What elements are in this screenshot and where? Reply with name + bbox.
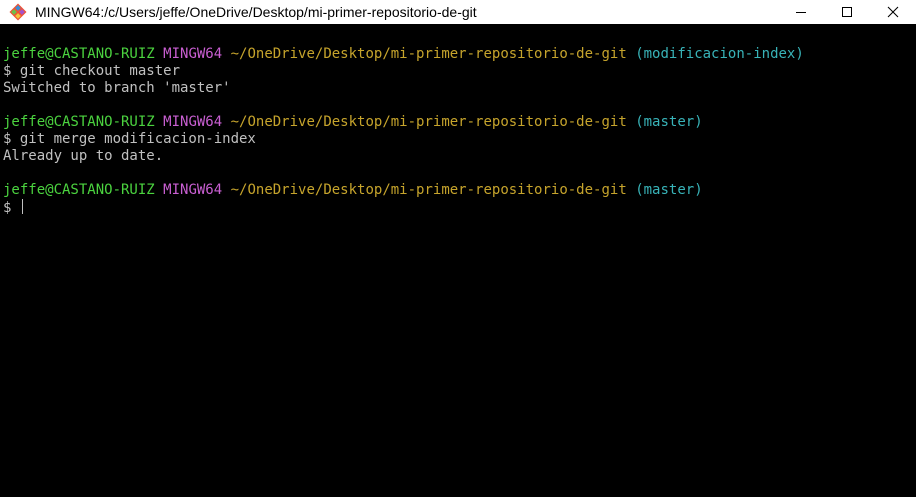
close-icon	[887, 6, 899, 18]
active-command-line[interactable]: $	[0, 199, 916, 216]
minimize-button[interactable]	[778, 0, 824, 24]
terminal-window: MINGW64:/c/Users/jeffe/OneDrive/Desktop/…	[0, 0, 916, 497]
command-output: Already up to date.	[3, 148, 164, 164]
maximize-icon	[842, 7, 852, 17]
minimize-icon	[796, 12, 806, 13]
command-line: $ git merge modificacion-index	[3, 131, 256, 147]
command-input[interactable]: $	[3, 200, 20, 216]
text-cursor	[21, 199, 23, 214]
prompt-user: jeffe@CASTANO-RUIZ	[3, 46, 155, 62]
prompt-user: jeffe@CASTANO-RUIZ	[3, 182, 155, 198]
title-bar[interactable]: MINGW64:/c/Users/jeffe/OneDrive/Desktop/…	[0, 0, 916, 24]
prompt-system: MINGW64	[163, 114, 223, 130]
maximize-button[interactable]	[824, 0, 870, 24]
prompt-user: jeffe@CASTANO-RUIZ	[3, 114, 155, 130]
prompt-branch: (modificacion-index)	[635, 46, 804, 62]
prompt-system: MINGW64	[163, 182, 223, 198]
prompt-line: jeffe@CASTANO-RUIZ MINGW64 ~/OneDrive/De…	[0, 182, 916, 199]
prompt-line: jeffe@CASTANO-RUIZ MINGW64 ~/OneDrive/De…	[0, 46, 916, 63]
prompt-branch: (master)	[635, 182, 703, 198]
prompt-branch: (master)	[635, 114, 703, 130]
window-title: MINGW64:/c/Users/jeffe/OneDrive/Desktop/…	[35, 4, 477, 20]
git-logo-icon	[9, 0, 31, 24]
window-controls	[778, 0, 916, 24]
command-line: $ git checkout master	[3, 63, 181, 79]
command-output: Switched to branch 'master'	[3, 80, 231, 96]
terminal-output[interactable]: jeffe@CASTANO-RUIZ MINGW64 ~/OneDrive/De…	[0, 46, 916, 497]
close-button[interactable]	[870, 0, 916, 24]
prompt-system: MINGW64	[163, 46, 223, 62]
prompt-line: jeffe@CASTANO-RUIZ MINGW64 ~/OneDrive/De…	[0, 114, 916, 131]
prompt-path: ~/OneDrive/Desktop/mi-primer-repositorio…	[230, 182, 627, 198]
prompt-path: ~/OneDrive/Desktop/mi-primer-repositorio…	[230, 114, 627, 130]
prompt-path: ~/OneDrive/Desktop/mi-primer-repositorio…	[230, 46, 627, 62]
